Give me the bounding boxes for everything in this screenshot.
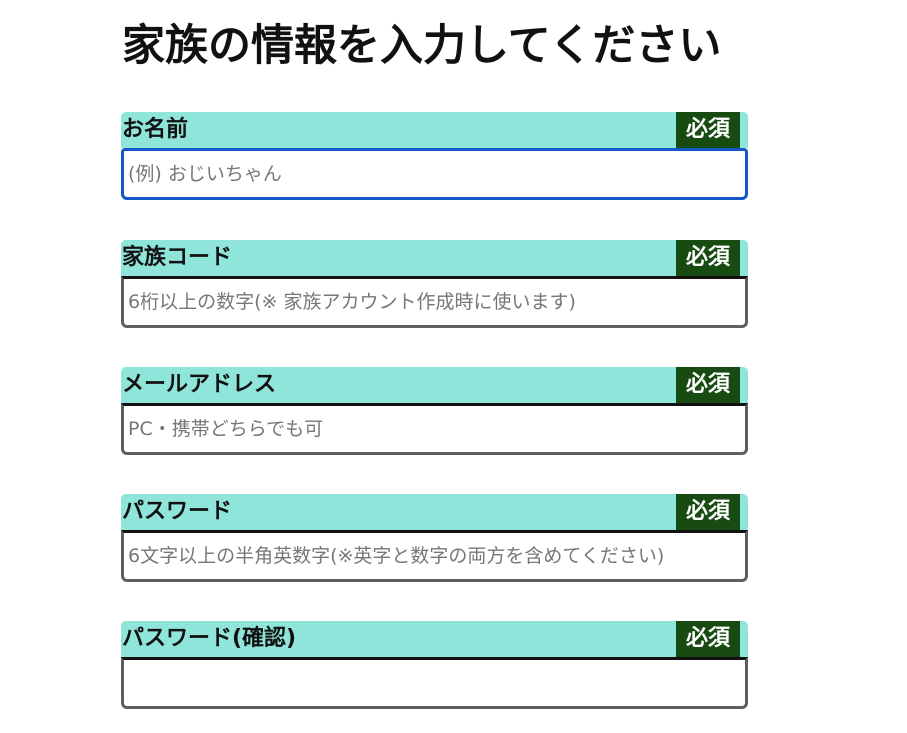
name-label: お名前 [122, 117, 189, 142]
password-field: パスワード 必須 [121, 494, 748, 582]
password-confirm-required-badge: 必須 [676, 621, 740, 657]
family-code-input[interactable] [121, 276, 748, 328]
password-confirm-label: パスワード(確認) [122, 626, 297, 651]
password-required-badge: 必須 [676, 494, 740, 530]
family-code-required-badge: 必須 [676, 240, 740, 276]
password-confirm-input[interactable] [121, 657, 748, 709]
family-code-field-header: 家族コード 必須 [121, 240, 748, 276]
email-label: メールアドレス [122, 372, 277, 397]
email-field: メールアドレス 必須 [121, 367, 748, 455]
family-code-label: 家族コード [122, 245, 233, 270]
name-required-badge: 必須 [676, 112, 740, 148]
family-code-field: 家族コード 必須 [121, 240, 748, 328]
password-label: パスワード [122, 499, 233, 524]
page-title: 家族の情報を入力してください [122, 21, 722, 71]
name-field-header: お名前 必須 [121, 112, 748, 148]
name-input[interactable] [121, 148, 748, 200]
family-registration-form-page: 家族の情報を入力してください お名前 必須 家族コード 必須 メールアドレス 必… [0, 0, 907, 733]
password-field-header: パスワード 必須 [121, 494, 748, 530]
email-input[interactable] [121, 403, 748, 455]
password-confirm-field: パスワード(確認) 必須 [121, 621, 748, 709]
name-field: お名前 必須 [121, 112, 748, 200]
email-required-badge: 必須 [676, 367, 740, 403]
password-confirm-field-header: パスワード(確認) 必須 [121, 621, 748, 657]
email-field-header: メールアドレス 必須 [121, 367, 748, 403]
password-input[interactable] [121, 530, 748, 582]
